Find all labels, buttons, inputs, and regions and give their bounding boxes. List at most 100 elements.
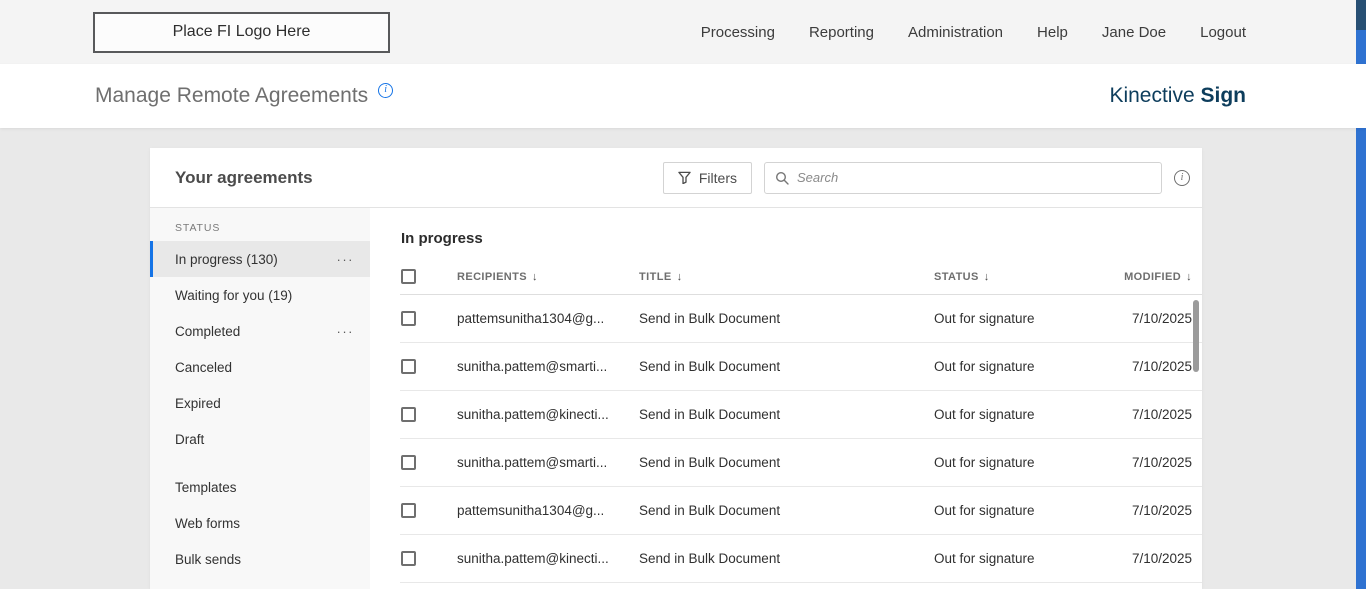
cell-status: Out for signature bbox=[934, 551, 1121, 566]
table-row[interactable]: sunitha.pattem@smarti... Send in Bulk Do… bbox=[400, 343, 1202, 391]
search-icon bbox=[775, 171, 789, 185]
table-row[interactable]: pattemsunitha1304@g... Send in Bulk Docu… bbox=[400, 487, 1202, 535]
sidebar-item-label: Web forms bbox=[175, 516, 240, 531]
cell-title: Send in Bulk Document bbox=[639, 359, 934, 374]
sidebar-item-expired[interactable]: Expired bbox=[150, 385, 370, 421]
page-header-bar: Manage Remote Agreements i Kinective Sig… bbox=[0, 64, 1366, 128]
top-navigation: Processing Reporting Administration Help… bbox=[701, 24, 1246, 41]
sidebar-item-label: In progress (130) bbox=[175, 252, 278, 267]
table-header-row: RECIPIENTS ↓ TITLE ↓ STATUS ↓ MODIFIED ↓ bbox=[400, 259, 1202, 295]
column-header-recipients[interactable]: RECIPIENTS ↓ bbox=[457, 271, 639, 283]
agreements-panel-body: STATUS In progress (130) ··· Waiting for… bbox=[150, 208, 1202, 589]
cell-status: Out for signature bbox=[934, 455, 1121, 470]
nav-user-jane-doe[interactable]: Jane Doe bbox=[1102, 24, 1166, 41]
sort-arrow-icon: ↓ bbox=[984, 271, 990, 283]
row-checkbox[interactable] bbox=[401, 359, 416, 374]
status-sidebar: STATUS In progress (130) ··· Waiting for… bbox=[150, 208, 370, 589]
cell-recipient: sunitha.pattem@kinecti... bbox=[457, 407, 639, 422]
cell-status: Out for signature bbox=[934, 503, 1121, 518]
search-box bbox=[764, 162, 1162, 194]
agreements-panel: Your agreements Filters i STATUS bbox=[150, 148, 1202, 589]
agreements-main: In progress RECIPIENTS ↓ TITLE ↓ STATUS … bbox=[370, 208, 1202, 589]
agreements-panel-header: Your agreements Filters i bbox=[150, 148, 1202, 208]
nav-administration[interactable]: Administration bbox=[908, 24, 1003, 41]
cell-modified: 7/10/2025 bbox=[1121, 311, 1202, 326]
sidebar-item-label: Expired bbox=[175, 396, 221, 411]
table-section-title: In progress bbox=[401, 230, 1202, 247]
nav-processing[interactable]: Processing bbox=[701, 24, 775, 41]
sidebar-section-label: STATUS bbox=[150, 222, 370, 234]
cell-recipient: sunitha.pattem@smarti... bbox=[457, 455, 639, 470]
select-all-checkbox[interactable] bbox=[401, 269, 416, 284]
table-row[interactable]: sunitha.pattem@smarti... Send in Bulk Do… bbox=[400, 439, 1202, 487]
sort-arrow-icon: ↓ bbox=[677, 271, 683, 283]
column-header-title[interactable]: TITLE ↓ bbox=[639, 271, 934, 283]
cell-modified: 7/10/2025 bbox=[1121, 503, 1202, 518]
cell-title: Send in Bulk Document bbox=[639, 455, 934, 470]
sidebar-item-label: Completed bbox=[175, 324, 240, 339]
fi-logo-placeholder[interactable]: Place FI Logo Here bbox=[93, 12, 390, 53]
column-header-status[interactable]: STATUS ↓ bbox=[934, 271, 1121, 283]
cell-modified: 7/10/2025 bbox=[1121, 359, 1202, 374]
table-row[interactable]: sunitha.pattem@kinecti... Send in Bulk D… bbox=[400, 535, 1202, 583]
row-checkbox[interactable] bbox=[401, 311, 416, 326]
brand-primary: Kinective bbox=[1109, 84, 1194, 107]
row-checkbox[interactable] bbox=[401, 455, 416, 470]
sidebar-item-web-forms[interactable]: Web forms bbox=[150, 505, 370, 541]
cell-recipient: sunitha.pattem@kinecti... bbox=[457, 551, 639, 566]
table-row[interactable]: sunitha.pattem@kinecti... Send in Bulk D… bbox=[400, 391, 1202, 439]
overflow-menu-icon[interactable]: ··· bbox=[337, 324, 355, 339]
sidebar-item-completed[interactable]: Completed ··· bbox=[150, 313, 370, 349]
cell-status: Out for signature bbox=[934, 359, 1121, 374]
sidebar-item-label: Bulk sends bbox=[175, 552, 241, 567]
top-bar: Place FI Logo Here Processing Reporting … bbox=[0, 0, 1366, 64]
cell-modified: 7/10/2025 bbox=[1121, 407, 1202, 422]
cell-title: Send in Bulk Document bbox=[639, 551, 934, 566]
row-checkbox[interactable] bbox=[401, 551, 416, 566]
cell-status: Out for signature bbox=[934, 407, 1121, 422]
page-title: Manage Remote Agreements bbox=[95, 84, 368, 108]
sidebar-item-canceled[interactable]: Canceled bbox=[150, 349, 370, 385]
brand-logo: Kinective Sign bbox=[1109, 84, 1246, 108]
sidebar-item-label: Waiting for you (19) bbox=[175, 288, 292, 303]
row-checkbox[interactable] bbox=[401, 407, 416, 422]
nav-logout[interactable]: Logout bbox=[1200, 24, 1246, 41]
cell-status: Out for signature bbox=[934, 311, 1121, 326]
brand-bold: Sign bbox=[1201, 84, 1247, 107]
fi-logo-text: Place FI Logo Here bbox=[173, 23, 311, 41]
cell-recipient: pattemsunitha1304@g... bbox=[457, 311, 639, 326]
cell-recipient: sunitha.pattem@smarti... bbox=[457, 359, 639, 374]
sidebar-item-in-progress[interactable]: In progress (130) ··· bbox=[150, 241, 370, 277]
nav-reporting[interactable]: Reporting bbox=[809, 24, 874, 41]
cell-title: Send in Bulk Document bbox=[639, 311, 934, 326]
sidebar-item-templates[interactable]: Templates bbox=[150, 469, 370, 505]
sidebar-item-label: Draft bbox=[175, 432, 204, 447]
sidebar-item-label: Canceled bbox=[175, 360, 232, 375]
cell-modified: 7/10/2025 bbox=[1121, 551, 1202, 566]
filters-button-label: Filters bbox=[699, 170, 737, 186]
sidebar-item-waiting-for-you[interactable]: Waiting for you (19) bbox=[150, 277, 370, 313]
panel-info-icon[interactable]: i bbox=[1174, 170, 1190, 186]
sidebar-item-draft[interactable]: Draft bbox=[150, 421, 370, 457]
search-input[interactable] bbox=[797, 170, 1151, 185]
cell-recipient: pattemsunitha1304@g... bbox=[457, 503, 639, 518]
filter-funnel-icon bbox=[678, 171, 691, 184]
column-header-modified[interactable]: MODIFIED ↓ bbox=[1121, 271, 1202, 283]
sidebar-item-label: Templates bbox=[175, 480, 237, 495]
sidebar-item-bulk-sends[interactable]: Bulk sends bbox=[150, 541, 370, 577]
cell-title: Send in Bulk Document bbox=[639, 407, 934, 422]
sidebar-divider-gap bbox=[150, 457, 370, 469]
filters-button[interactable]: Filters bbox=[663, 162, 752, 194]
nav-help[interactable]: Help bbox=[1037, 24, 1068, 41]
panel-title: Your agreements bbox=[175, 168, 313, 188]
window-scrollbar-track-top bbox=[1356, 0, 1366, 30]
table-row[interactable]: pattemsunitha1304@g... Send in Bulk Docu… bbox=[400, 295, 1202, 343]
page-title-info-icon[interactable]: i bbox=[378, 83, 393, 98]
cell-modified: 7/10/2025 bbox=[1121, 455, 1202, 470]
cell-title: Send in Bulk Document bbox=[639, 503, 934, 518]
sort-arrow-icon: ↓ bbox=[1186, 271, 1192, 283]
overflow-menu-icon[interactable]: ··· bbox=[337, 252, 355, 267]
table-scrollbar-thumb[interactable] bbox=[1193, 300, 1199, 372]
row-checkbox[interactable] bbox=[401, 503, 416, 518]
sort-arrow-icon: ↓ bbox=[532, 271, 538, 283]
